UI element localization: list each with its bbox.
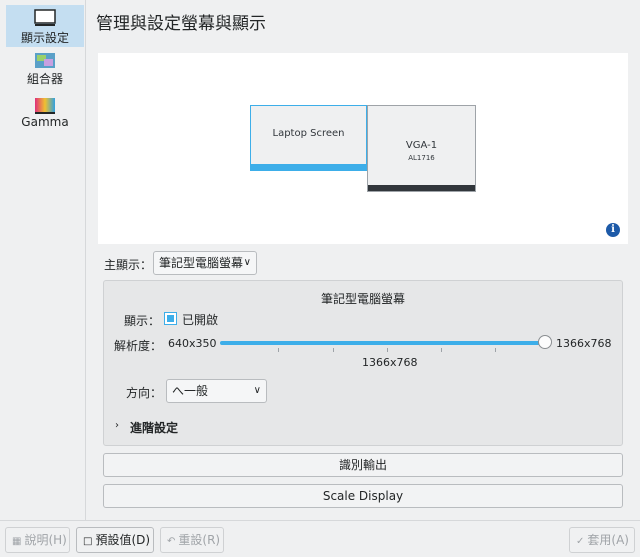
help-icon: ▦ (12, 536, 22, 547)
slider-tick (387, 348, 388, 352)
info-icon[interactable]: i (606, 223, 620, 237)
resolution-label: 解析度： (114, 339, 163, 353)
document-icon: □ (83, 536, 93, 547)
sidebar-item-display[interactable]: 顯示設定 (6, 5, 84, 47)
orientation-select[interactable]: へ一般 ∨ (166, 379, 267, 403)
orientation-value: へ一般 (172, 384, 209, 398)
chevron-down-icon: ∨ (243, 257, 251, 268)
enabled-checkbox[interactable] (164, 312, 177, 325)
primary-display-value: 筆記型電腦螢幕 (159, 256, 244, 270)
advanced-settings-toggle[interactable]: 進階設定 (130, 419, 178, 436)
screen-layout-canvas[interactable]: Laptop Screen VGA-1 AL1716 i (98, 53, 628, 244)
resolution-slider-handle[interactable] (538, 335, 552, 349)
slider-tick (278, 348, 279, 352)
screen-primary-bar (251, 164, 366, 170)
help-label: 說明(H) (24, 533, 67, 547)
reset-button[interactable]: ↶ 重設(R) (160, 527, 224, 553)
laptop-screen-tile[interactable]: Laptop Screen (250, 105, 367, 171)
show-label: 顯示： (124, 314, 161, 328)
sidebar-item-label: 組合器 (26, 72, 63, 86)
help-button[interactable]: ▦ 說明(H) (5, 527, 70, 553)
check-icon: ✓ (576, 536, 585, 547)
gamma-icon (35, 98, 55, 114)
slider-tick (441, 348, 442, 352)
resolution-current: 1366x768 (362, 356, 418, 369)
sidebar-item-compositor[interactable]: 組合器 (6, 52, 84, 92)
orientation-label: 方向： (126, 386, 163, 400)
dialog-button-bar: ▦ 說明(H) □ 預設值(D) ↶ 重設(R) ✓ 套用(A) (0, 520, 640, 557)
chevron-down-icon: ∨ (253, 385, 261, 396)
screen-bar (368, 185, 475, 191)
page-title: 管理與設定螢幕與顯示 (96, 14, 266, 34)
identify-outputs-button[interactable]: 識別輸出 (103, 453, 623, 477)
resolution-min: 640x350 (168, 337, 217, 350)
vga-screen-tile[interactable]: VGA-1 AL1716 (367, 105, 476, 192)
resolution-max: 1366x768 (556, 337, 612, 350)
apply-label: 套用(A) (587, 533, 629, 547)
primary-display-label: 主顯示： (104, 258, 153, 272)
monitor-icon (34, 9, 56, 26)
defaults-button[interactable]: □ 預設值(D) (76, 527, 154, 553)
slider-tick (495, 348, 496, 352)
screen-name: VGA-1 (405, 140, 438, 151)
output-settings-group: 筆記型電腦螢幕 顯示： 已開啟 解析度： 640x350 1366x768 13… (103, 280, 623, 446)
sidebar-item-label: 顯示設定 (20, 31, 69, 45)
undo-icon: ↶ (167, 536, 176, 547)
compositor-icon (35, 53, 55, 68)
screen-model: AL1716 (408, 154, 435, 162)
enabled-label[interactable]: 已開啟 (182, 311, 218, 328)
scale-display-button[interactable]: Scale Display (103, 484, 623, 508)
sidebar-item-label: Gamma (21, 115, 69, 129)
defaults-label: 預設值(D) (95, 533, 151, 547)
output-title: 筆記型電腦螢幕 (320, 292, 405, 306)
sidebar: 顯示設定 組合器 Gamma (0, 0, 86, 520)
apply-button[interactable]: ✓ 套用(A) (569, 527, 635, 553)
sidebar-item-gamma[interactable]: Gamma (6, 97, 84, 137)
reset-label: 重設(R) (178, 533, 221, 547)
chevron-right-icon[interactable]: › (115, 420, 119, 431)
slider-tick (333, 348, 334, 352)
primary-display-select[interactable]: 筆記型電腦螢幕 ∨ (153, 251, 257, 275)
screen-name: Laptop Screen (272, 128, 345, 139)
resolution-slider-track[interactable] (220, 341, 545, 345)
